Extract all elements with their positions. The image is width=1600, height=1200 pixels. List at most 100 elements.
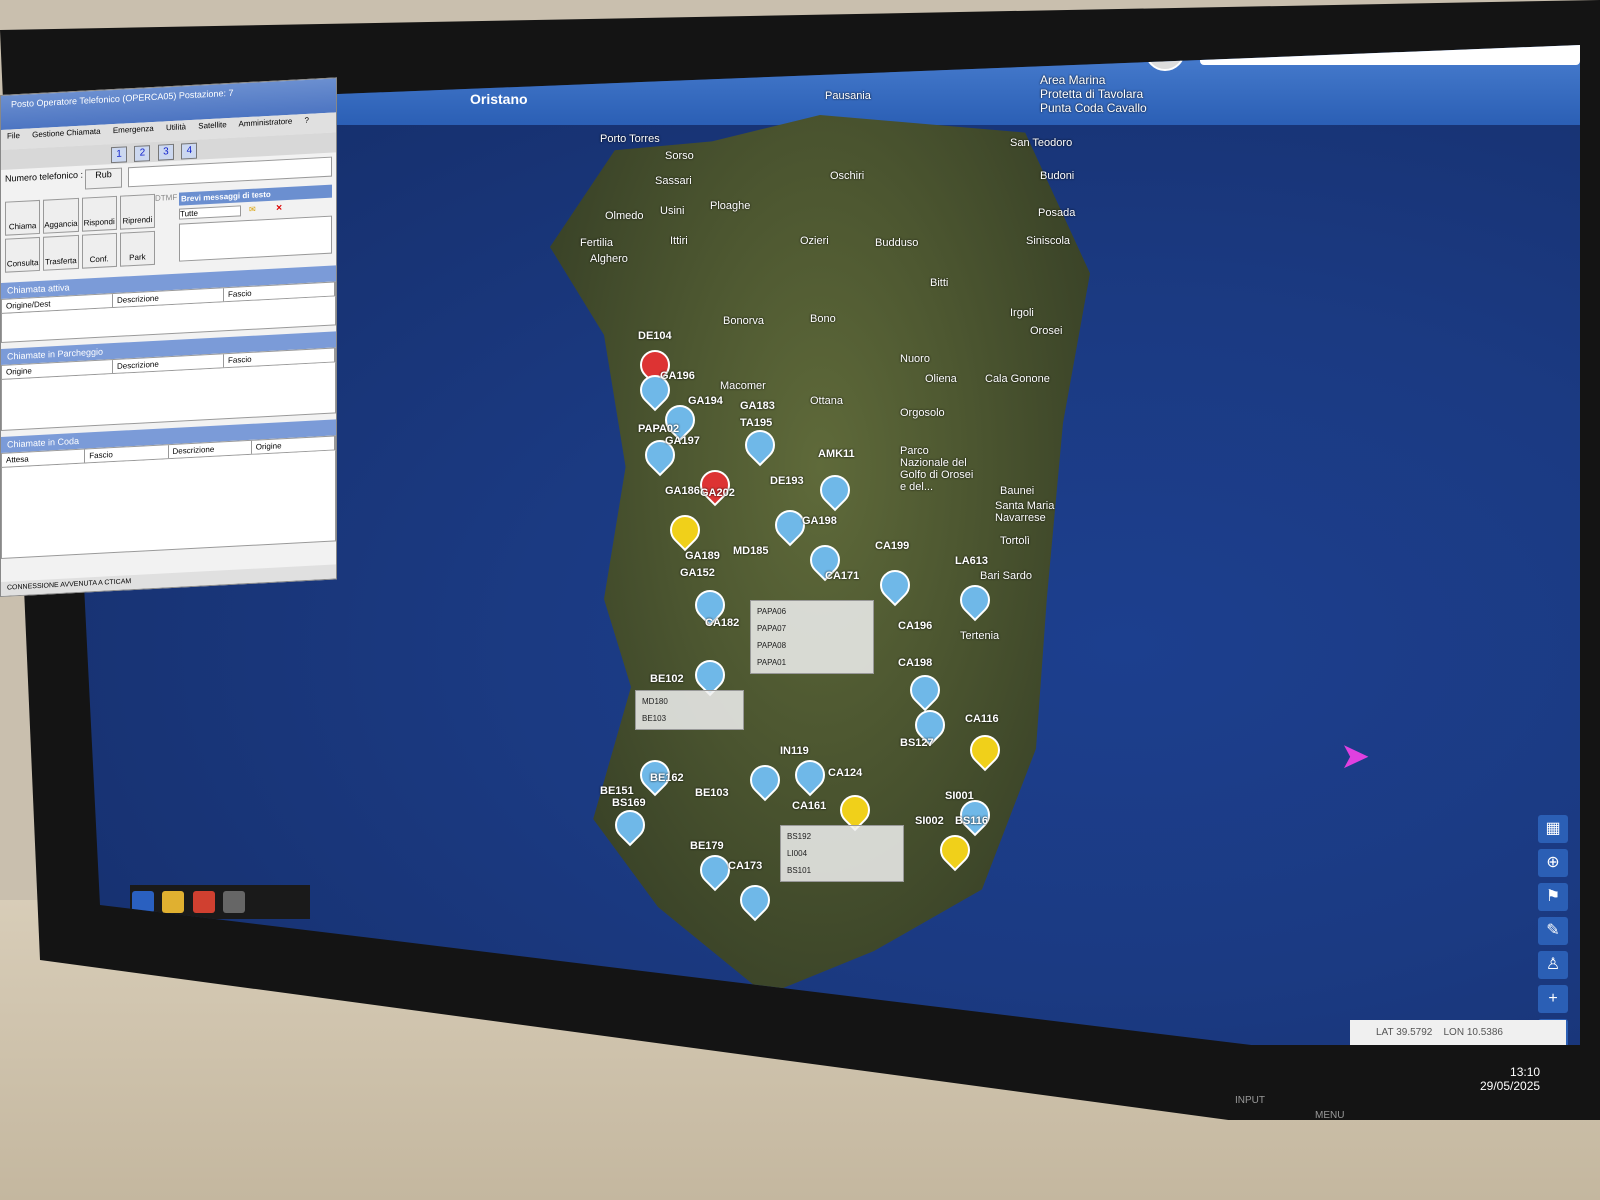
lon-label: LON <box>1443 1027 1465 1038</box>
place-label: Irgoli <box>1010 307 1034 319</box>
menu-item[interactable]: Utilità <box>166 122 186 132</box>
vehicle-label: TA195 <box>740 417 773 429</box>
vehicle-label: GA198 <box>802 515 837 527</box>
cluster-popup[interactable]: MD180 BE103 <box>635 690 744 730</box>
popup-item[interactable]: PAPA01 <box>757 654 867 671</box>
vehicle-label: DE193 <box>770 475 804 487</box>
place-label: Oliena <box>925 373 957 385</box>
locate-icon[interactable]: ⊕ <box>1538 849 1568 877</box>
place-label: Tertenia <box>960 630 1000 642</box>
telephony-panel: Posto Operatore Telefonico (OPERCA05) Po… <box>0 77 337 598</box>
hangup-button[interactable]: Aggancia <box>43 197 79 234</box>
sms-list[interactable] <box>179 215 332 262</box>
chrome-icon[interactable] <box>192 891 215 913</box>
menu-item[interactable]: Satellite <box>198 120 226 130</box>
call-controls: Chiama Aggancia Rispondi Riprendi Consul… <box>1 180 336 277</box>
lat-label: LAT <box>1376 1027 1394 1038</box>
place-label: Area Marina Protetta di Tavolara Punta C… <box>1040 73 1147 115</box>
place-label: Orgosolo <box>900 407 945 419</box>
vehicle-label: CA198 <box>898 657 933 669</box>
place-label: Cala Gonone <box>985 373 1050 385</box>
vehicle-label: IN119 <box>780 745 809 757</box>
popup-item[interactable]: MD180 <box>642 693 737 710</box>
popup-item[interactable]: PAPA07 <box>757 620 867 637</box>
consult-button[interactable]: Consulta <box>5 236 41 273</box>
menu-item[interactable]: Amministratore <box>239 117 293 129</box>
vehicle-label: CA182 <box>705 617 740 629</box>
vehicle-label: PAPA02 <box>638 423 680 435</box>
resume-button[interactable]: Riprendi <box>119 193 155 230</box>
popup-item[interactable]: BS192 <box>787 828 897 845</box>
vehicle-label: GA189 <box>685 550 720 562</box>
vehicle-label: BS127 <box>900 737 934 749</box>
vehicle-label: MD185 <box>733 545 769 557</box>
place-label: Oschiri <box>830 170 865 182</box>
person-icon[interactable]: ♙ <box>1538 951 1568 979</box>
answer-button[interactable]: Rispondi <box>81 195 117 232</box>
zoom-in-icon[interactable]: + <box>1538 985 1568 1013</box>
menu-item[interactable]: Emergenza <box>113 124 154 135</box>
sms-filter-select[interactable]: Tutte <box>179 205 241 220</box>
signpost-icon[interactable]: ⚑ <box>1538 883 1568 911</box>
monitor-input-button[interactable]: INPUT <box>1235 1095 1265 1106</box>
vehicle-label: CA173 <box>728 860 763 872</box>
dtmf-label[interactable]: DTMF <box>155 193 177 265</box>
ruler-icon[interactable]: ✎ <box>1538 917 1568 945</box>
park-button[interactable]: Park <box>119 230 155 267</box>
vehicle-label: CA161 <box>792 800 827 812</box>
vehicle-label: AMK11 <box>818 448 855 460</box>
clock-date: 29/05/2025 <box>1480 1079 1541 1093</box>
rub-button[interactable]: Rub <box>85 167 122 190</box>
vehicle-label: GA183 <box>740 400 775 412</box>
coordinates-readout: LAT 39.5792 LON 10.5386 <box>1350 1020 1566 1045</box>
calculator-icon[interactable]: ▦ <box>1538 815 1568 843</box>
place-label: Macomer <box>720 380 766 392</box>
cursor-icon: ➤ <box>1340 735 1371 776</box>
line-button-3[interactable]: 3 <box>157 143 174 161</box>
transfer-button[interactable]: Trasferta <box>43 234 79 271</box>
close-icon[interactable]: ✕ <box>276 203 283 214</box>
vehicle-label: DE104 <box>638 330 672 342</box>
place-label: San Teodoro <box>1010 137 1073 149</box>
place-label: Orosei <box>1030 325 1063 337</box>
place-label: Bonorva <box>723 315 764 327</box>
vehicle-label: GA196 <box>660 370 695 382</box>
vehicle-label: SI001 <box>945 790 974 802</box>
envelope-icon[interactable]: ✉ <box>249 205 256 216</box>
popup-item[interactable]: BE103 <box>642 710 737 727</box>
conference-button[interactable]: Conf. <box>81 232 117 269</box>
menu-item[interactable]: File <box>7 131 20 141</box>
vehicle-label: CA124 <box>828 767 863 779</box>
line-button-4[interactable]: 4 <box>181 142 198 160</box>
app-icon[interactable] <box>223 891 246 913</box>
vehicle-label: BE102 <box>650 673 684 685</box>
popup-item[interactable]: PAPA06 <box>757 603 867 620</box>
vehicle-label: LA613 <box>955 555 989 567</box>
line-button-1[interactable]: 1 <box>111 146 127 164</box>
place-label: Budduso <box>875 237 919 249</box>
vehicle-label: GA194 <box>688 395 723 407</box>
cluster-popup[interactable]: PAPA06 PAPA07 PAPA08 PAPA01 <box>750 600 874 674</box>
queued-calls-list[interactable] <box>1 450 336 559</box>
monitor-menu-button[interactable]: MENU <box>1315 1110 1344 1121</box>
menu-item[interactable]: ? <box>305 116 309 125</box>
vehicle-label: BE179 <box>690 840 724 852</box>
folder-icon[interactable] <box>162 891 185 913</box>
line-button-2[interactable]: 2 <box>134 145 151 162</box>
vehicle-label: BE162 <box>650 772 684 784</box>
popup-item[interactable]: LI004 <box>787 845 897 862</box>
popup-item[interactable]: PAPA08 <box>757 637 867 654</box>
place-label: Posada <box>1038 207 1076 219</box>
popup-item[interactable]: BS101 <box>787 862 897 879</box>
place-label: Bono <box>810 313 836 325</box>
call-button[interactable]: Chiama <box>5 199 41 236</box>
place-label: Siniscola <box>1026 235 1071 247</box>
place-label: Ploaghe <box>710 200 751 212</box>
vehicle-label: CA171 <box>825 570 860 582</box>
phone-label: Numero telefonico : <box>5 169 84 184</box>
menu-item[interactable]: Gestione Chiamata <box>32 127 100 140</box>
place-label: Sassari <box>655 175 692 187</box>
place-label: Ottana <box>810 395 844 407</box>
cluster-popup[interactable]: BS192 LI004 BS101 <box>780 825 904 882</box>
map-title: Oristano <box>470 91 528 107</box>
